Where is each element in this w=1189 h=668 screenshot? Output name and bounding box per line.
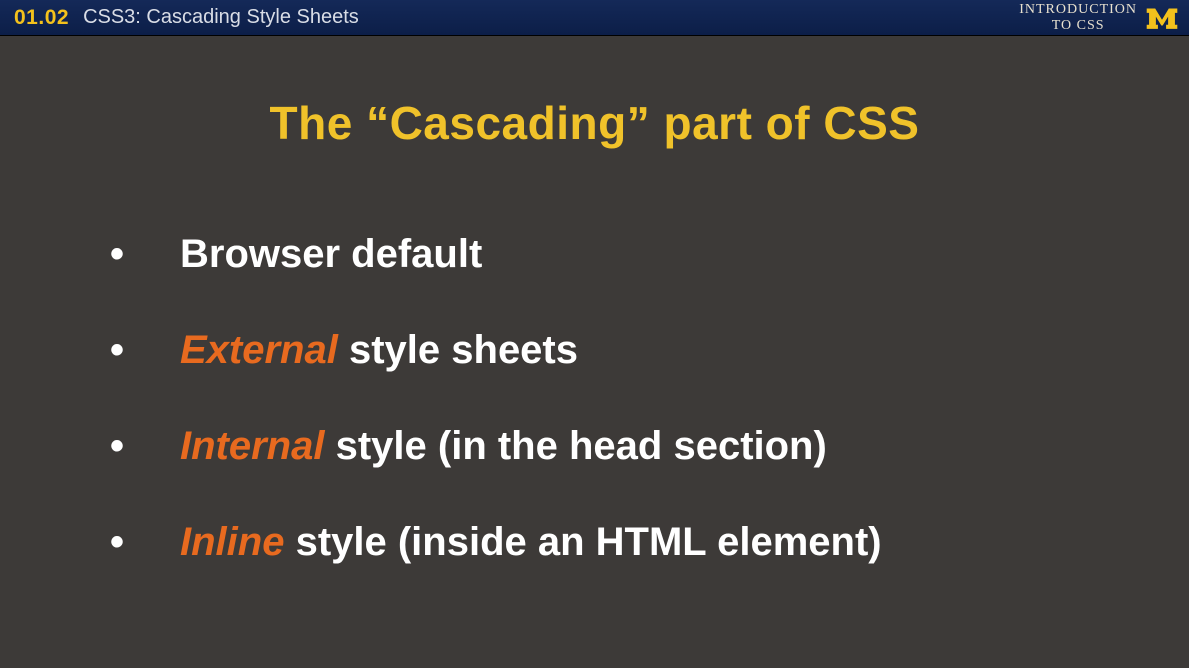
- course-label-line1: INTRODUCTION: [1019, 2, 1137, 17]
- list-item: External style sheets: [110, 326, 1119, 374]
- bullet-list: Browser default External style sheets In…: [70, 230, 1119, 566]
- lesson-title: CSS3: Cascading Style Sheets: [83, 6, 359, 29]
- slide-title: The “Cascading” part of CSS: [70, 96, 1119, 150]
- list-item: Internal style (in the head section): [110, 422, 1119, 470]
- bullet-post: style sheets: [338, 328, 578, 372]
- michigan-logo-icon: [1145, 4, 1179, 32]
- bullet-em: Internal: [180, 424, 324, 468]
- list-item: Inline style (inside an HTML element): [110, 518, 1119, 566]
- bullet-em: External: [180, 328, 338, 372]
- bullet-post: Browser default: [180, 232, 482, 276]
- slide-header: 01.02 CSS3: Cascading Style Sheets INTRO…: [0, 0, 1189, 36]
- bullet-post: style (in the head section): [324, 424, 826, 468]
- slide-body: The “Cascading” part of CSS Browser defa…: [0, 36, 1189, 566]
- list-item: Browser default: [110, 230, 1119, 278]
- bullet-post: style (inside an HTML element): [284, 520, 881, 564]
- course-label-line2: TO CSS: [1019, 18, 1137, 33]
- course-label: INTRODUCTION TO CSS: [1019, 2, 1137, 33]
- lesson-number: 01.02: [14, 6, 69, 30]
- bullet-em: Inline: [180, 520, 284, 564]
- header-right: INTRODUCTION TO CSS: [1019, 2, 1179, 33]
